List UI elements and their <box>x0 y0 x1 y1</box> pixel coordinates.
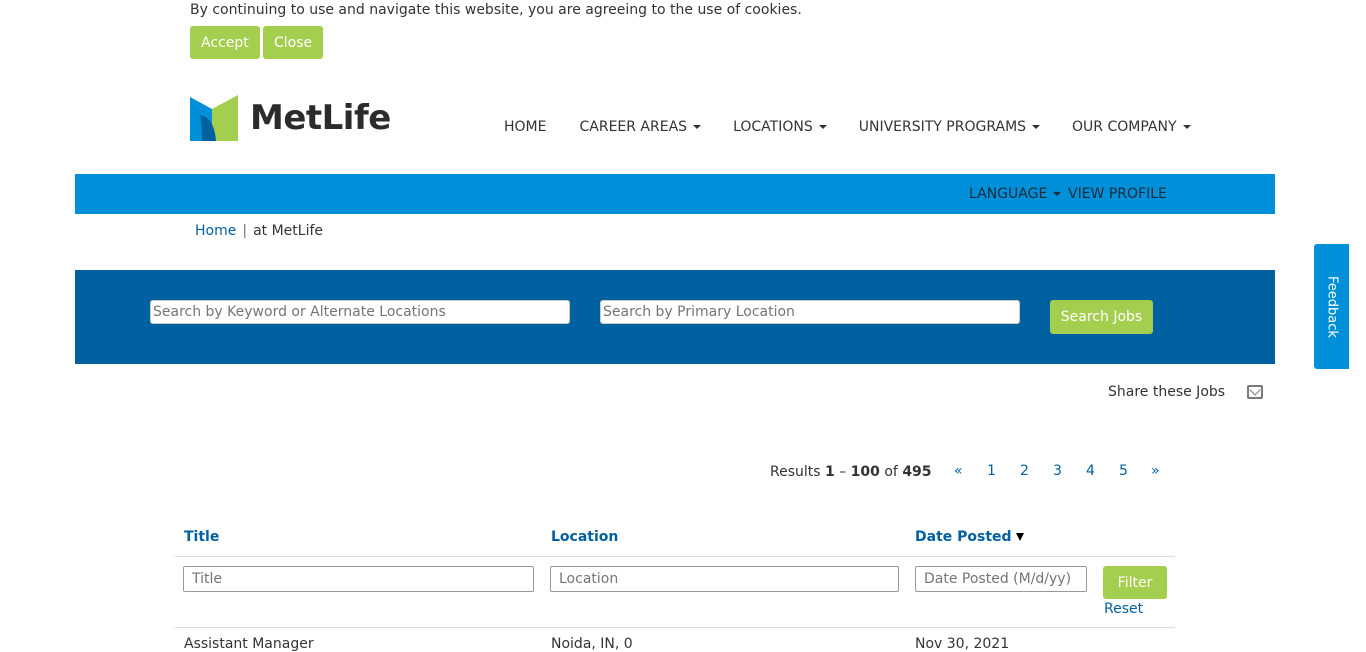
column-header-title[interactable]: Title <box>184 529 219 545</box>
language-menu[interactable]: LANGUAGE <box>969 186 1062 202</box>
nav-our-company[interactable]: OUR COMPANY <box>1072 119 1191 135</box>
caret-down-icon <box>818 125 827 129</box>
location-filter-input[interactable] <box>550 566 899 592</box>
nav-home[interactable]: HOME <box>504 119 546 135</box>
cookie-accept-button[interactable]: Accept <box>190 26 260 59</box>
cookie-message: By continuing to use and navigate this w… <box>190 2 802 18</box>
pagination-first[interactable]: « <box>954 463 963 479</box>
caret-down-icon <box>1053 192 1062 196</box>
results-count: Results 1 – 100 of 495 <box>770 464 932 480</box>
job-date-posted: Nov 30, 2021 <box>915 636 1010 652</box>
column-header-date-posted[interactable]: Date Posted <box>915 529 1024 545</box>
share-jobs-label: Share these Jobs <box>1108 384 1226 400</box>
results-total: 495 <box>902 464 932 480</box>
keyword-search-input[interactable] <box>150 300 570 324</box>
breadcrumb: Home | at MetLife <box>195 223 323 239</box>
view-profile-link[interactable]: VIEW PROFILE <box>1068 186 1167 202</box>
job-title-link[interactable]: Assistant Manager <box>184 636 314 652</box>
caret-down-icon <box>1182 125 1191 129</box>
caret-down-icon <box>693 125 702 129</box>
pagination-page-1[interactable]: 1 <box>987 463 996 479</box>
search-band: Search Jobs <box>75 270 1275 364</box>
column-header-location[interactable]: Location <box>551 529 618 545</box>
results-dash: – <box>839 464 847 480</box>
breadcrumb-current: at MetLife <box>253 223 323 239</box>
results-of: of <box>884 464 898 480</box>
breadcrumb-home-link[interactable]: Home <box>195 223 236 239</box>
job-location: Noida, IN, 0 <box>551 636 633 652</box>
pagination-page-5[interactable]: 5 <box>1119 463 1128 479</box>
results-prefix: Results <box>770 464 821 480</box>
nav-locations-label: LOCATIONS <box>733 119 813 135</box>
utility-bar: LANGUAGE VIEW PROFILE <box>75 174 1275 214</box>
breadcrumb-separator: | <box>242 223 248 239</box>
nav-our-company-label: OUR COMPANY <box>1072 119 1177 135</box>
date-filter-input[interactable] <box>915 566 1087 592</box>
nav-university-programs[interactable]: UNIVERSITY PROGRAMS <box>858 119 1041 135</box>
pagination-page-3[interactable]: 3 <box>1053 463 1062 479</box>
sort-desc-icon <box>1015 533 1024 541</box>
results-start: 1 <box>825 464 835 480</box>
feedback-label: Feedback <box>1324 275 1339 338</box>
reset-link[interactable]: Reset <box>1104 601 1143 617</box>
email-icon[interactable] <box>1247 385 1263 399</box>
feedback-tab[interactable]: Feedback <box>1314 244 1349 369</box>
pagination-page-4[interactable]: 4 <box>1086 463 1095 479</box>
search-jobs-button[interactable]: Search Jobs <box>1050 300 1153 334</box>
nav-career-areas[interactable]: CAREER AREAS <box>579 119 702 135</box>
table-filter-divider <box>175 627 1175 628</box>
results-end: 100 <box>850 464 880 480</box>
metlife-logo[interactable]: MetLife <box>190 95 391 141</box>
metlife-logo-icon <box>190 95 238 141</box>
language-label: LANGUAGE <box>969 186 1048 202</box>
column-header-date-label: Date Posted <box>915 529 1012 545</box>
table-header-divider <box>175 556 1175 557</box>
pagination-last[interactable]: » <box>1151 463 1160 479</box>
filter-button[interactable]: Filter <box>1103 566 1167 599</box>
pagination-page-2[interactable]: 2 <box>1020 463 1029 479</box>
nav-home-label: HOME <box>504 119 547 135</box>
nav-career-areas-label: CAREER AREAS <box>579 119 688 135</box>
nav-locations[interactable]: LOCATIONS <box>733 119 827 135</box>
brand-name: MetLife <box>250 98 391 138</box>
location-search-input[interactable] <box>600 300 1020 324</box>
cookie-close-button[interactable]: Close <box>263 26 324 59</box>
main-nav: HOME CAREER AREAS LOCATIONS UNIVERSITY P… <box>504 119 1191 135</box>
nav-university-programs-label: UNIVERSITY PROGRAMS <box>858 119 1027 135</box>
caret-down-icon <box>1032 125 1041 129</box>
title-filter-input[interactable] <box>183 566 534 592</box>
